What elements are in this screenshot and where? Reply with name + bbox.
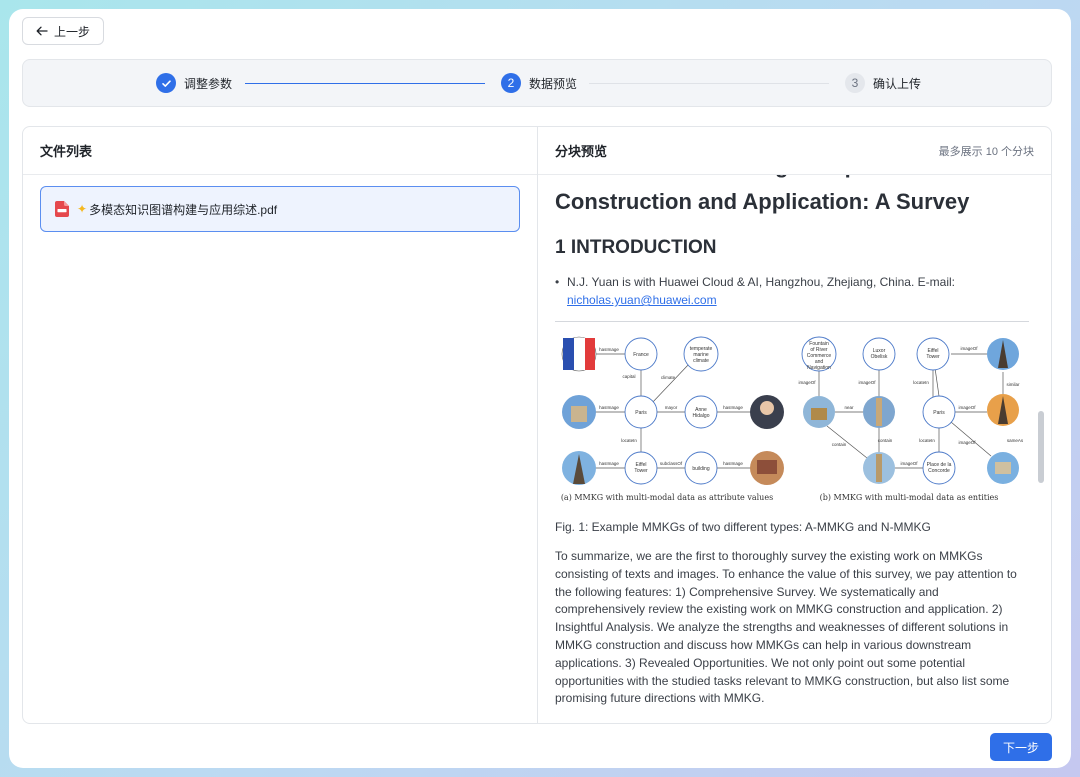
file-name: 多模态知识图谱构建与应用综述.pdf <box>89 202 278 217</box>
svg-text:Concorde: Concorde <box>928 468 950 474</box>
back-button[interactable]: 上一步 <box>22 17 104 45</box>
sparkle-icon: ✦ <box>77 202 88 216</box>
pdf-icon <box>55 201 69 217</box>
svg-text:contain: contain <box>878 438 893 443</box>
svg-text:hasImage: hasImage <box>723 405 743 410</box>
svg-text:imageOf: imageOf <box>960 346 978 351</box>
svg-text:hasImage: hasImage <box>599 461 619 466</box>
file-list-panel: 文件列表 ✦ 多模态知识图谱构建与应用综述.pdf <box>23 127 538 723</box>
divider <box>555 321 1029 322</box>
svg-text:climate: climate <box>693 358 709 364</box>
stepper: 调整参数 2 数据预览 3 确认上传 <box>22 59 1052 107</box>
svg-text:imageOf: imageOf <box>958 405 976 410</box>
summary-paragraph: To summarize, we are the first to thorou… <box>555 549 1017 706</box>
step-adjust-params: 调整参数 <box>156 73 232 93</box>
chunk-preview-title: 分块预览 <box>555 144 608 159</box>
author-note: N.J. Yuan is with Huawei Cloud & AI, Han… <box>555 273 1029 309</box>
svg-text:sameAs: sameAs <box>1007 438 1024 443</box>
chunk-limit-hint: 最多展示 10 个分块 <box>938 145 1034 158</box>
svg-text:subclassOf: subclassOf <box>660 461 683 466</box>
svg-text:hasImage: hasImage <box>599 405 619 410</box>
svg-text:imageOf: imageOf <box>858 380 876 385</box>
author-note-text: N.J. Yuan is with Huawei Cloud & AI, Han… <box>567 275 955 289</box>
svg-text:hasImage: hasImage <box>599 347 619 352</box>
chunk-preview-content[interactable]: Multi-Modal Knowledge Graph Construction… <box>538 175 1051 723</box>
step-number: 2 <box>501 73 521 93</box>
document-title-line1: Multi-Modal Knowledge Graph <box>555 175 1029 185</box>
svg-text:locateIn: locateIn <box>913 380 929 385</box>
arrow-left-icon <box>36 26 48 36</box>
svg-text:contain: contain <box>832 442 847 447</box>
chunk-preview-panel: 分块预览 最多展示 10 个分块 Multi-Modal Knowledge G… <box>538 127 1051 723</box>
email-link[interactable]: nicholas.yuan@huawei.com <box>567 293 717 307</box>
svg-text:locateIn: locateIn <box>919 438 935 443</box>
step-connector <box>245 83 485 84</box>
step-label: 数据预览 <box>529 76 578 91</box>
svg-text:Tower: Tower <box>926 354 940 360</box>
chunk-preview-header: 分块预览 最多展示 10 个分块 <box>538 127 1051 175</box>
svg-text:imageOf: imageOf <box>958 440 976 445</box>
next-button[interactable]: 下一步 <box>990 733 1052 761</box>
svg-text:imageOf: imageOf <box>900 461 918 466</box>
check-icon <box>156 73 176 93</box>
step-label: 调整参数 <box>184 76 233 91</box>
step-connector <box>589 83 829 84</box>
figure-caption-b: (b) MMKG with multi-modal data as entiti… <box>820 493 999 502</box>
preview-scrollbar[interactable] <box>1038 411 1044 483</box>
mmkg-figure-image: France temperate marine climate Paris An… <box>561 336 1024 502</box>
svg-text:Obelisk: Obelisk <box>871 354 888 360</box>
svg-text:imageOf: imageOf <box>798 380 816 385</box>
app-window: 上一步 调整参数 2 数据预览 3 确认上传 文件列表 ✦ 多模态知识图谱构建与… <box>9 9 1071 768</box>
svg-text:climate: climate <box>661 375 676 380</box>
figure-caption: Fig. 1: Example MMKGs of two different t… <box>555 520 931 534</box>
svg-text:similar: similar <box>1007 382 1021 387</box>
file-list-title: 文件列表 <box>23 127 537 175</box>
svg-text:building: building <box>692 466 709 472</box>
svg-text:Hidalgo: Hidalgo <box>693 413 710 419</box>
svg-text:Navigation: Navigation <box>807 365 831 371</box>
section-heading: 1 INTRODUCTION <box>555 237 717 258</box>
svg-text:locateIn: locateIn <box>621 438 637 443</box>
main-panel: 文件列表 ✦ 多模态知识图谱构建与应用综述.pdf 分块预览 最多展示 10 个… <box>22 126 1052 724</box>
svg-text:Paris: Paris <box>635 410 647 416</box>
step-number: 3 <box>845 73 865 93</box>
document-title: Multi-Modal Knowledge Graph Construction… <box>555 175 1029 219</box>
document-title-line2: Construction and Application: A Survey <box>555 189 970 214</box>
svg-text:Tower: Tower <box>634 468 648 474</box>
figure-caption-a: (a) MMKG with multi-modal data as attrib… <box>561 493 773 502</box>
svg-text:hasImage: hasImage <box>723 461 743 466</box>
step-data-preview: 2 数据预览 <box>501 73 577 93</box>
step-label: 确认上传 <box>873 76 922 91</box>
mmkg-figure: France temperate marine climate Paris An… <box>555 332 1029 510</box>
back-button-label: 上一步 <box>53 24 90 39</box>
svg-text:near: near <box>844 405 854 410</box>
node-label: France <box>633 352 649 358</box>
svg-text:mayor: mayor <box>665 405 678 410</box>
svg-text:capital: capital <box>622 374 635 379</box>
file-list-item[interactable]: ✦ 多模态知识图谱构建与应用综述.pdf <box>40 186 520 232</box>
step-confirm-upload: 3 确认上传 <box>845 73 921 93</box>
svg-text:Paris: Paris <box>933 410 945 416</box>
